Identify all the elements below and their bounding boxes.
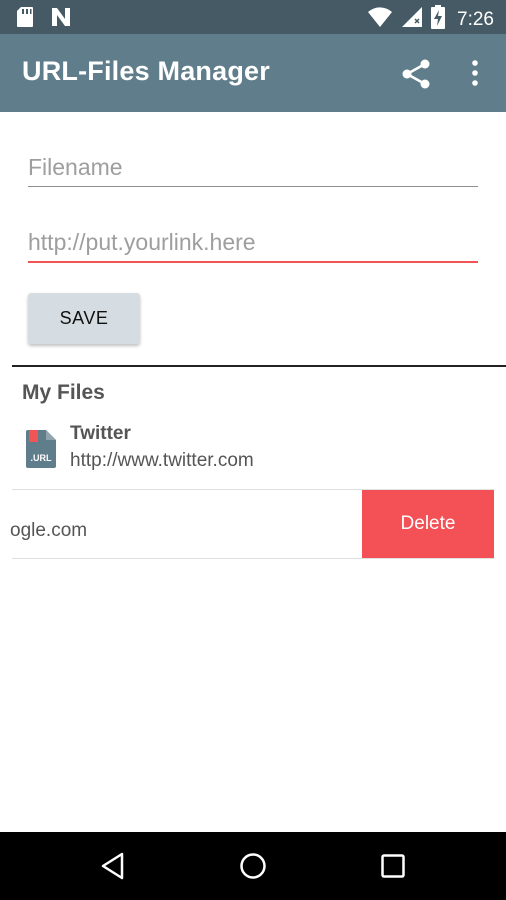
filename-input[interactable] — [28, 150, 478, 184]
url-field-wrapper — [28, 225, 478, 263]
section-divider — [12, 365, 506, 367]
navigation-bar — [0, 832, 506, 900]
recents-icon — [381, 854, 405, 878]
home-icon — [240, 853, 266, 879]
signal-icon — [401, 6, 423, 33]
list-item-title: Twitter — [70, 423, 131, 444]
swiped-list-item[interactable]: ogle.com Delete — [0, 490, 506, 559]
home-button[interactable] — [233, 846, 273, 886]
svg-text:.URL: .URL — [31, 453, 52, 463]
n-logo-icon — [50, 6, 72, 33]
back-button[interactable] — [93, 846, 133, 886]
share-icon — [402, 59, 430, 89]
app-bar: URL-Files Manager — [0, 34, 506, 112]
url-file-icon: .URL — [26, 430, 56, 468]
status-left-icons — [16, 6, 72, 33]
url-underline — [28, 261, 478, 263]
more-options-button[interactable] — [460, 56, 490, 92]
app-title: URL-Files Manager — [22, 56, 270, 86]
delete-button[interactable]: Delete — [362, 490, 494, 558]
share-button[interactable] — [398, 56, 434, 92]
sd-card-icon — [16, 6, 34, 33]
filename-underline — [28, 186, 478, 187]
back-icon — [101, 852, 124, 880]
filename-field-wrapper — [28, 150, 478, 187]
more-vert-icon — [472, 60, 478, 86]
list-item[interactable]: .URL Twitter http://www.twitter.com — [0, 418, 506, 490]
wifi-icon — [367, 6, 393, 33]
status-right-icons: 7:26 — [367, 5, 494, 34]
row-separator — [12, 558, 494, 559]
url-input[interactable] — [28, 225, 478, 259]
battery-charging-icon — [431, 5, 446, 34]
list-item-url: ogle.com — [10, 520, 88, 541]
save-button[interactable]: SAVE — [28, 293, 140, 344]
my-files-heading: My Files — [22, 381, 105, 404]
status-time: 7:26 — [457, 8, 494, 30]
list-item-url: http://www.twitter.com — [70, 450, 254, 471]
recents-button[interactable] — [373, 846, 413, 886]
status-bar: 7:26 — [0, 0, 506, 34]
